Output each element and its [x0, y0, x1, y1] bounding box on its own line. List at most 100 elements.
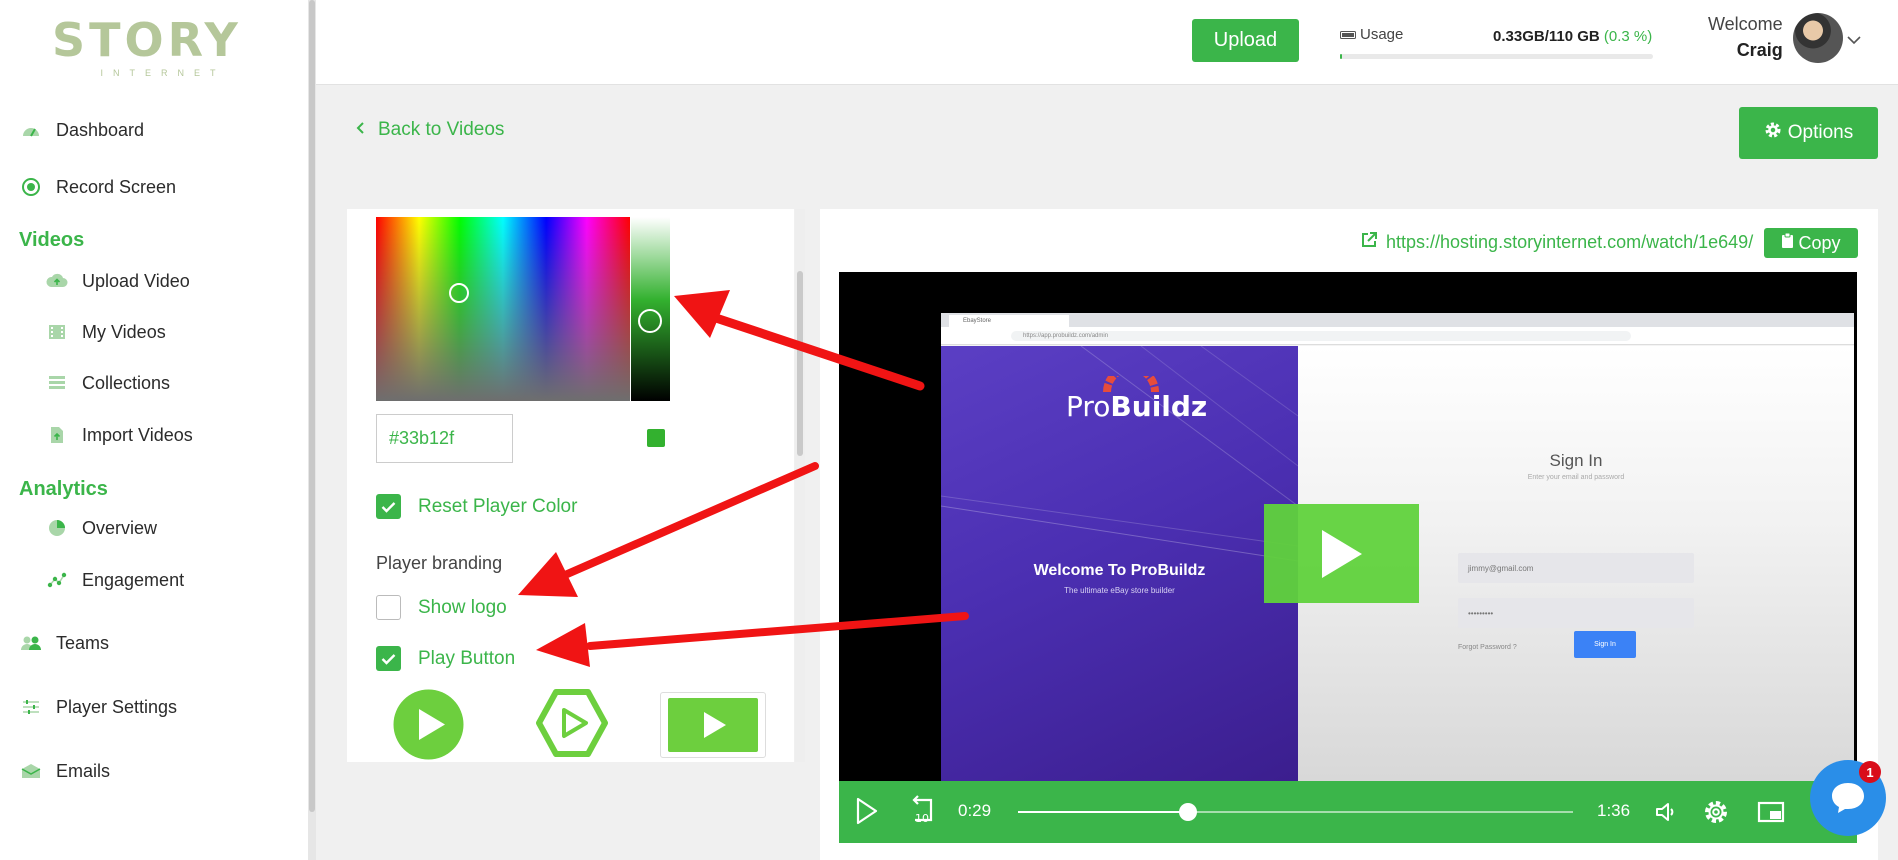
rewind-10-icon[interactable]: 10	[905, 793, 939, 827]
signin-button: Sign In	[1574, 631, 1636, 658]
settings-gear-icon[interactable]	[1700, 796, 1732, 828]
play-circle-icon	[393, 689, 464, 760]
play-button-style-circle[interactable]	[393, 689, 464, 765]
section-analytics: Analytics	[19, 478, 108, 500]
probuildz-logo: ProBuildz	[1066, 390, 1207, 423]
sidebar: STORY INTERNET Dashboard Record Screen V…	[0, 0, 308, 860]
color-saturation-area[interactable]	[376, 217, 630, 401]
seek-progress	[1018, 811, 1189, 813]
play-icon	[1321, 529, 1362, 578]
options-button[interactable]: Options	[1739, 107, 1878, 159]
chat-bubble-icon	[1832, 783, 1864, 813]
copy-label: Copy	[1798, 232, 1841, 253]
signin-title: Sign In	[1549, 451, 1603, 470]
users-icon	[20, 632, 42, 654]
welcome-text: Welcome	[1708, 14, 1783, 34]
logo-bold: Buildz	[1110, 390, 1208, 423]
sidebar-item-label: Dashboard	[56, 119, 145, 140]
play-button-style-hexagon[interactable]	[536, 689, 608, 762]
sidebar-item-import-videos[interactable]: Import Videos	[46, 424, 193, 446]
sidebar-item-label: My Videos	[82, 321, 166, 342]
chevron-down-icon[interactable]	[1847, 32, 1861, 48]
checkbox-checked[interactable]	[376, 494, 401, 519]
sidebar-item-label: Overview	[82, 517, 158, 538]
probuildz-welcome: Welcome To ProBuildz	[1033, 562, 1206, 579]
probuildz-tagline: The ultimate eBay store builder	[1064, 586, 1175, 595]
chat-notification-badge: 1	[1859, 761, 1881, 783]
sidebar-item-label: Import Videos	[82, 424, 193, 445]
usage-amount: 0.33GB/110 GB	[1493, 28, 1600, 45]
cloud-upload-icon	[46, 270, 68, 292]
sidebar-item-record-screen[interactable]: Record Screen	[20, 176, 176, 198]
avatar[interactable]	[1793, 13, 1843, 63]
usage-progress-fill	[1340, 54, 1342, 59]
email-field: jimmy@gmail.com	[1458, 553, 1694, 583]
checkbox-unchecked[interactable]	[376, 595, 401, 620]
reset-player-color-label: Reset Player Color	[418, 495, 578, 517]
hard-drive-icon	[1340, 26, 1356, 43]
collections-icon	[46, 372, 68, 394]
password-field: •••••••••	[1458, 598, 1694, 628]
film-icon	[46, 321, 68, 343]
top-bar	[316, 0, 1898, 85]
reset-player-color-checkbox[interactable]: Reset Player Color	[376, 494, 577, 519]
sidebar-item-label: Engagement	[82, 569, 185, 590]
upload-button[interactable]: Upload	[1192, 19, 1299, 62]
sidebar-item-label: Teams	[56, 632, 110, 653]
color-swatch	[647, 429, 665, 447]
play-button-style-rectangle[interactable]	[660, 692, 766, 758]
share-link[interactable]: https://hosting.storyinternet.com/watch/…	[1360, 231, 1753, 254]
svg-text:10: 10	[915, 812, 929, 825]
logo-wordmark: STORY	[52, 13, 242, 67]
forgot-password-link: Forgot Password ?	[1458, 644, 1517, 651]
sidebar-item-label: Upload Video	[82, 270, 190, 291]
usage-value: 0.33GB/110 GB (0.3 %)	[1493, 28, 1652, 45]
show-logo-label: Show logo	[418, 596, 507, 618]
sidebar-item-dashboard[interactable]: Dashboard	[20, 119, 144, 141]
duration: 1:36	[1597, 801, 1631, 820]
sidebar-item-upload-video[interactable]: Upload Video	[46, 270, 190, 292]
volume-icon[interactable]	[1652, 798, 1680, 826]
shade-slider-handle[interactable]	[638, 309, 662, 333]
sidebar-item-collections[interactable]: Collections	[46, 372, 170, 394]
import-file-icon	[46, 424, 68, 446]
panel-scroll-thumb[interactable]	[797, 271, 803, 456]
logo-pre: Pro	[1066, 390, 1111, 423]
back-to-videos-link[interactable]: Back to Videos	[356, 119, 504, 141]
welcome-block: Welcome Craig	[1708, 14, 1783, 61]
checkbox-checked[interactable]	[376, 646, 401, 671]
sidebar-item-teams[interactable]: Teams	[20, 632, 109, 654]
seek-bar[interactable]	[1018, 803, 1573, 821]
section-videos: Videos	[19, 229, 85, 251]
story-internet-logo[interactable]: STORY INTERNET	[52, 14, 252, 82]
browser-address-bar: https://app.probuildz.com/admin	[941, 327, 1854, 345]
options-label: Options	[1787, 122, 1854, 143]
share-url: https://hosting.storyinternet.com/watch/…	[1386, 232, 1754, 252]
play-hexagon-icon	[536, 689, 608, 757]
play-button-checkbox[interactable]: Play Button	[376, 646, 515, 671]
sidebar-scrollbar[interactable]	[308, 0, 316, 860]
sidebar-item-label: Player Settings	[56, 696, 178, 717]
color-picker-handle[interactable]	[449, 283, 469, 303]
sidebar-item-overview[interactable]: Overview	[46, 517, 157, 539]
sidebar-item-player-settings[interactable]: Player Settings	[20, 696, 177, 718]
chevron-left-icon	[356, 121, 364, 139]
panel-scrollbar[interactable]	[795, 209, 805, 762]
video-play-overlay[interactable]	[1264, 504, 1419, 603]
picture-in-picture-icon[interactable]	[1756, 798, 1786, 826]
play-rectangle-icon	[668, 698, 758, 752]
usage-text: Usage	[1360, 26, 1404, 43]
pie-chart-icon	[46, 517, 68, 539]
sidebar-item-emails[interactable]: Emails	[20, 760, 110, 782]
sidebar-scroll-thumb[interactable]	[309, 0, 315, 812]
clipboard-icon	[1781, 232, 1794, 254]
sidebar-item-my-videos[interactable]: My Videos	[46, 321, 166, 343]
show-logo-checkbox[interactable]: Show logo	[376, 595, 507, 620]
copy-button[interactable]: Copy	[1764, 228, 1858, 258]
browser-tab-bar: EbayStore	[941, 313, 1854, 327]
dashboard-icon	[20, 119, 42, 141]
probuildz-hero: ProBuildz Welcome To ProBuildz The ultim…	[941, 346, 1298, 781]
sidebar-item-engagement[interactable]: Engagement	[46, 569, 184, 591]
play-control-icon[interactable]	[852, 796, 882, 826]
color-hex-input[interactable]	[376, 414, 513, 463]
